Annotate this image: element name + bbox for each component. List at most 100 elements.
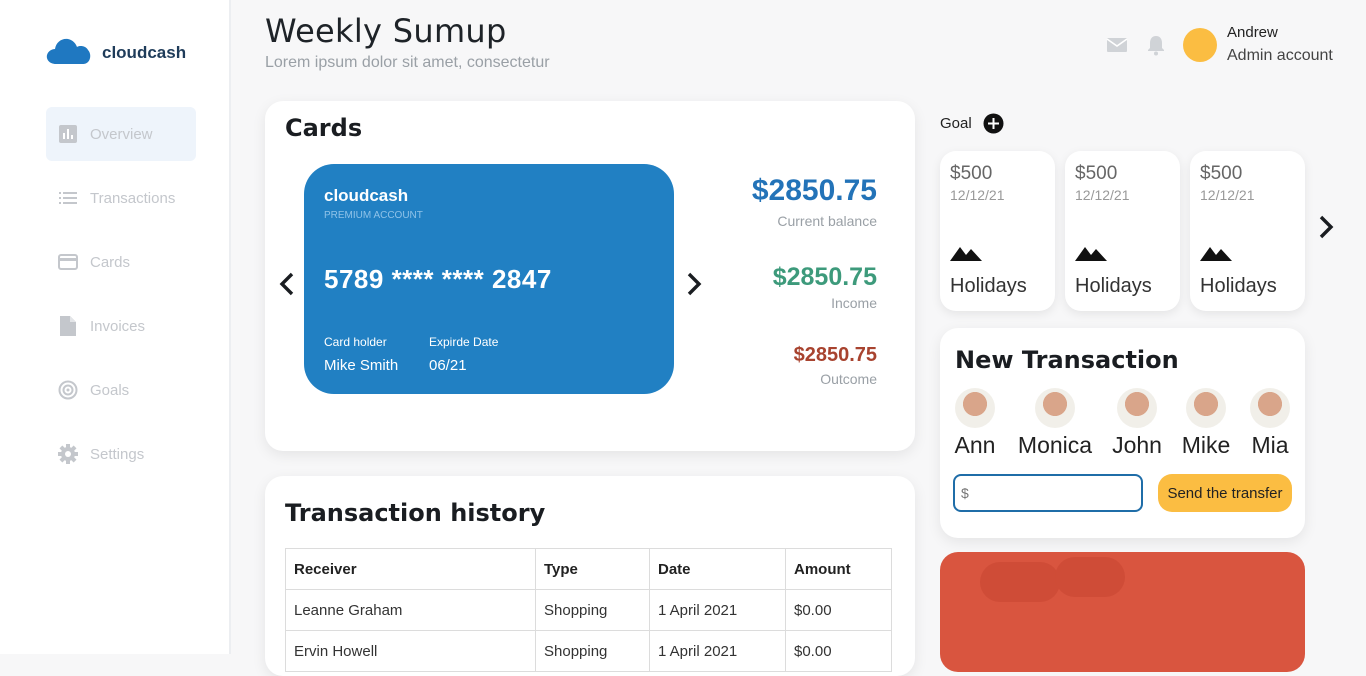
page-title: Weekly Sumup bbox=[265, 12, 507, 50]
gear-icon bbox=[58, 444, 78, 464]
sidebar-item-label: Goals bbox=[90, 381, 130, 399]
card-holder-name: Mike Smith bbox=[324, 357, 399, 374]
goal-amount: $500 bbox=[950, 163, 993, 184]
outcome-label: Outcome bbox=[820, 371, 877, 387]
sidebar-item-label: Transactions bbox=[90, 189, 176, 207]
credit-card[interactable]: cloudcash PREMIUM ACCOUNT 5789 **** ****… bbox=[304, 164, 674, 394]
contact-name: John bbox=[1112, 432, 1162, 458]
column-header: Type bbox=[535, 548, 650, 590]
avatar bbox=[1250, 388, 1290, 428]
goal-amount: $500 bbox=[1200, 163, 1243, 184]
chevron-left-icon[interactable] bbox=[275, 271, 301, 297]
contact-name: Mike bbox=[1181, 432, 1231, 458]
goal-name: Holidays bbox=[1075, 275, 1152, 297]
contact-mike[interactable]: Mike bbox=[1176, 388, 1236, 459]
page-subtitle: Lorem ipsum dolor sit amet, consectetur bbox=[265, 54, 550, 71]
mountain-icon bbox=[1075, 243, 1107, 268]
card-tier: PREMIUM ACCOUNT bbox=[324, 210, 423, 221]
add-goal-icon[interactable] bbox=[983, 113, 1004, 138]
sidebar-item-transactions[interactable]: Transactions bbox=[46, 171, 196, 225]
target-icon bbox=[58, 380, 78, 400]
income-label: Income bbox=[831, 295, 877, 311]
contact-ann[interactable]: Ann bbox=[945, 388, 1005, 459]
table-cell: Leanne Graham bbox=[285, 589, 536, 631]
avatar bbox=[1035, 388, 1075, 428]
avatar[interactable] bbox=[1183, 28, 1217, 62]
promo-banner bbox=[940, 552, 1305, 672]
card-expiry: 06/21 bbox=[429, 357, 467, 374]
contact-name: Ann bbox=[954, 432, 996, 458]
column-header: Amount bbox=[785, 548, 892, 590]
avatar bbox=[955, 388, 995, 428]
chevron-right-icon[interactable] bbox=[1316, 214, 1336, 244]
table-cell: $0.00 bbox=[785, 589, 892, 631]
table-cell: 1 April 2021 bbox=[649, 589, 786, 631]
card-holder-label: Card holder bbox=[324, 335, 387, 349]
bell-icon[interactable] bbox=[1146, 34, 1168, 56]
bar-chart-icon bbox=[58, 124, 78, 144]
goal-card[interactable]: $500 12/12/21 Holidays bbox=[1190, 151, 1305, 311]
goal-date: 12/12/21 bbox=[1200, 187, 1255, 203]
history-title: Transaction history bbox=[285, 499, 546, 527]
income-amount: $2850.75 bbox=[772, 263, 877, 291]
contact-mia[interactable]: Mia bbox=[1244, 388, 1296, 459]
table-cell: Shopping bbox=[535, 589, 650, 631]
sidebar-item-goals[interactable]: Goals bbox=[46, 363, 196, 417]
column-header: Receiver bbox=[285, 548, 536, 590]
table-row[interactable]: Ervin Howell Shopping 1 April 2021 $0.00 bbox=[285, 630, 892, 672]
goal-card[interactable]: $500 12/12/21 Holidays bbox=[940, 151, 1055, 311]
goal-date: 12/12/21 bbox=[1075, 187, 1130, 203]
goal-date: 12/12/21 bbox=[950, 187, 1005, 203]
contact-name: Monica bbox=[1017, 432, 1093, 458]
transaction-table: Receiver Type Date Amount Leanne Graham … bbox=[285, 548, 892, 672]
card-expiry-label: Expirde Date bbox=[429, 335, 499, 349]
sidebar-item-label: Settings bbox=[90, 445, 145, 463]
card-brand: cloudcash bbox=[324, 186, 409, 205]
column-header: Date bbox=[649, 548, 786, 590]
avatar bbox=[1117, 388, 1157, 428]
goal-amount: $500 bbox=[1075, 163, 1118, 184]
contact-name: Mia bbox=[1251, 432, 1289, 458]
user-name: Andrew bbox=[1227, 24, 1278, 41]
cloud-decoration bbox=[1055, 557, 1125, 597]
goal-card[interactable]: $500 12/12/21 Holidays bbox=[1065, 151, 1180, 311]
new-transaction-title: New Transaction bbox=[955, 346, 1179, 374]
table-row[interactable]: Leanne Graham Shopping 1 April 2021 $0.0… bbox=[285, 589, 892, 631]
contact-monica[interactable]: Monica bbox=[1014, 388, 1096, 459]
card-number: 5789 **** **** 2847 bbox=[324, 264, 552, 294]
sidebar-item-invoices[interactable]: Invoices bbox=[46, 299, 196, 353]
table-cell: $0.00 bbox=[785, 630, 892, 672]
cards-title: Cards bbox=[285, 114, 363, 142]
goal-name: Holidays bbox=[1200, 275, 1277, 297]
document-icon bbox=[58, 316, 78, 336]
sidebar-item-cards[interactable]: Cards bbox=[46, 235, 196, 289]
mountain-icon bbox=[950, 243, 982, 268]
cloud-decoration bbox=[980, 562, 1060, 602]
contact-john[interactable]: John bbox=[1108, 388, 1166, 459]
amount-input[interactable] bbox=[953, 474, 1143, 512]
table-cell: 1 April 2021 bbox=[649, 630, 786, 672]
sidebar-item-label: Cards bbox=[90, 253, 131, 271]
sidebar-item-settings[interactable]: Settings bbox=[46, 427, 196, 481]
chevron-right-icon[interactable] bbox=[680, 271, 706, 297]
current-balance-amount: $2850.75 bbox=[751, 174, 877, 207]
list-icon bbox=[58, 188, 78, 208]
credit-card-icon bbox=[58, 252, 78, 272]
goal-label: Goal bbox=[940, 115, 972, 132]
avatar bbox=[1186, 388, 1226, 428]
brand-name: cloudcash bbox=[102, 43, 187, 62]
sidebar-item-label: Overview bbox=[90, 125, 153, 143]
outcome-amount: $2850.75 bbox=[793, 344, 877, 366]
cloud-icon bbox=[46, 36, 92, 70]
send-transfer-button[interactable]: Send the transfer bbox=[1158, 474, 1292, 512]
goal-name: Holidays bbox=[950, 275, 1027, 297]
sidebar-item-overview[interactable]: Overview bbox=[46, 107, 196, 161]
table-cell: Shopping bbox=[535, 630, 650, 672]
mail-icon[interactable] bbox=[1106, 34, 1128, 56]
table-header-row: Receiver Type Date Amount bbox=[285, 548, 892, 590]
mountain-icon bbox=[1200, 243, 1232, 268]
logo[interactable]: cloudcash bbox=[46, 36, 186, 70]
sidebar-item-label: Invoices bbox=[90, 317, 146, 335]
table-cell: Ervin Howell bbox=[285, 630, 536, 672]
user-role: Admin account bbox=[1227, 47, 1333, 64]
